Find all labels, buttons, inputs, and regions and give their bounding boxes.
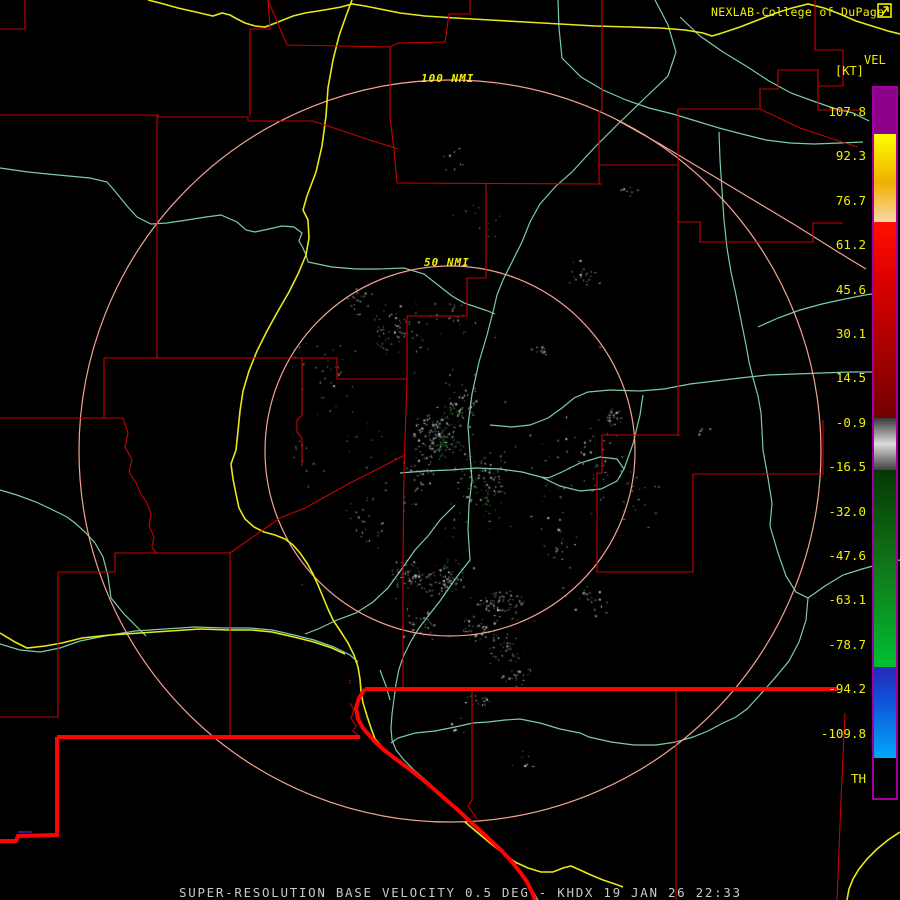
county-line	[596, 420, 824, 573]
colorbar-tick: 45.6	[835, 281, 866, 297]
river-line	[390, 131, 809, 746]
product-title: SUPER-RESOLUTION BASE VELOCITY 0.5 DEG -…	[179, 885, 742, 900]
colorbar-tick: 92.3	[835, 148, 866, 164]
river-line	[557, 0, 864, 145]
colorbar-segment	[874, 470, 896, 667]
nexlab-logo-icon	[877, 3, 892, 18]
range-ring	[78, 79, 822, 823]
county-line	[598, 0, 603, 184]
road-line	[230, 0, 537, 900]
colorbar-tick: -109.8	[820, 725, 866, 741]
colorbar-segment	[874, 88, 896, 134]
county-line	[296, 358, 303, 466]
county-line	[467, 688, 478, 820]
units-label: [KT]	[835, 64, 864, 78]
river-line	[399, 467, 478, 474]
state-border-line	[0, 737, 59, 843]
range-ring-label-100nmi: 100 NMI	[421, 72, 475, 85]
colorbar-tick: 61.2	[835, 237, 866, 253]
colorbar-tick: 14.5	[835, 370, 866, 386]
colorbar-tick: -94.2	[828, 681, 866, 697]
river-line	[390, 0, 677, 900]
colorbar-tick: 30.1	[835, 326, 866, 341]
county-line	[57, 552, 230, 717]
colorbar-tick: 107.8	[828, 104, 866, 119]
colorbar-segment	[874, 222, 896, 418]
colorbar-th-label: TH	[850, 771, 866, 786]
map-layer	[0, 0, 900, 900]
river-line	[304, 504, 456, 635]
colorbar-tick: 76.7	[835, 192, 866, 208]
colorbar-segment	[874, 418, 896, 470]
velocity-colorbar	[872, 86, 898, 800]
river-line	[379, 669, 391, 701]
road-line	[464, 821, 624, 888]
radar-display: NEXLAB-College of DuPage 100 NMI 50 NMI …	[0, 0, 900, 900]
county-line	[0, 0, 26, 30]
county-line	[0, 114, 399, 150]
colorbar-segment	[874, 134, 896, 222]
county-line	[836, 712, 846, 900]
product-label: VEL	[864, 53, 886, 67]
range-ring-label-50nmi: 50 NMI	[424, 256, 470, 269]
colorbar-tick: -16.5	[828, 459, 866, 475]
colorbar-tick: -63.1	[828, 592, 866, 608]
county-line	[396, 182, 603, 185]
range-ring	[264, 265, 636, 637]
river-line	[0, 167, 309, 263]
colorbar-tick: -78.7	[828, 636, 866, 652]
county-line	[249, 0, 271, 116]
colorbar-tick: -32.0	[828, 503, 866, 519]
river-line	[757, 291, 886, 328]
colorbar-segment	[874, 758, 896, 798]
colorbar-segment	[874, 667, 896, 758]
road-line	[846, 831, 900, 900]
county-line	[267, 0, 398, 184]
county-line	[0, 417, 158, 555]
county-line	[229, 454, 406, 554]
county-line	[389, 0, 471, 48]
county-line	[402, 378, 408, 688]
state-border-line	[353, 687, 537, 900]
river-line	[0, 489, 147, 637]
brand-text: NEXLAB-College of DuPage	[711, 5, 885, 19]
colorbar-tick: -47.6	[828, 548, 866, 563]
colorbar-tick: -0.9	[835, 414, 866, 430]
